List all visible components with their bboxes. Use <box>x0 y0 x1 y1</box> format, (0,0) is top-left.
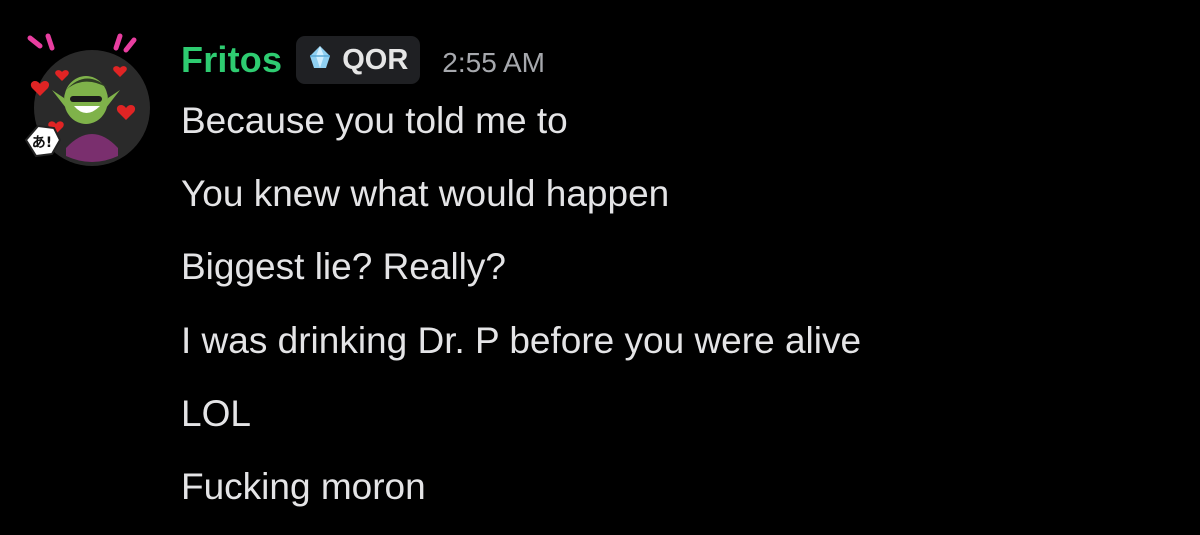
avatar-image: あ! <box>24 33 150 166</box>
server-tag-label: QOR <box>342 43 409 76</box>
message-timestamp[interactable]: 2:55 AM <box>442 47 545 79</box>
message-content: Because you told me to You knew what wou… <box>181 94 861 533</box>
crystal-icon <box>304 42 336 79</box>
message-header: Fritos QOR 2:55 AM <box>181 34 545 86</box>
message-line: LOL <box>181 392 251 434</box>
server-tag[interactable]: QOR <box>296 36 421 84</box>
sparkle-decoration-icon <box>27 33 137 53</box>
message-line: Biggest lie? Really? <box>181 246 506 288</box>
badge-text: あ! <box>32 135 52 151</box>
avatar[interactable]: あ! <box>22 28 162 168</box>
message-line: I was drinking Dr. P before you were ali… <box>181 319 862 361</box>
username[interactable]: Fritos <box>181 39 282 81</box>
message-line: Because you told me to <box>181 100 568 141</box>
message-line: Fucking moron <box>181 465 426 507</box>
chat-message: あ! Fritos QOR 2:55 AM Because you told m… <box>0 0 1200 535</box>
message-line: You knew what would happen <box>181 173 670 215</box>
